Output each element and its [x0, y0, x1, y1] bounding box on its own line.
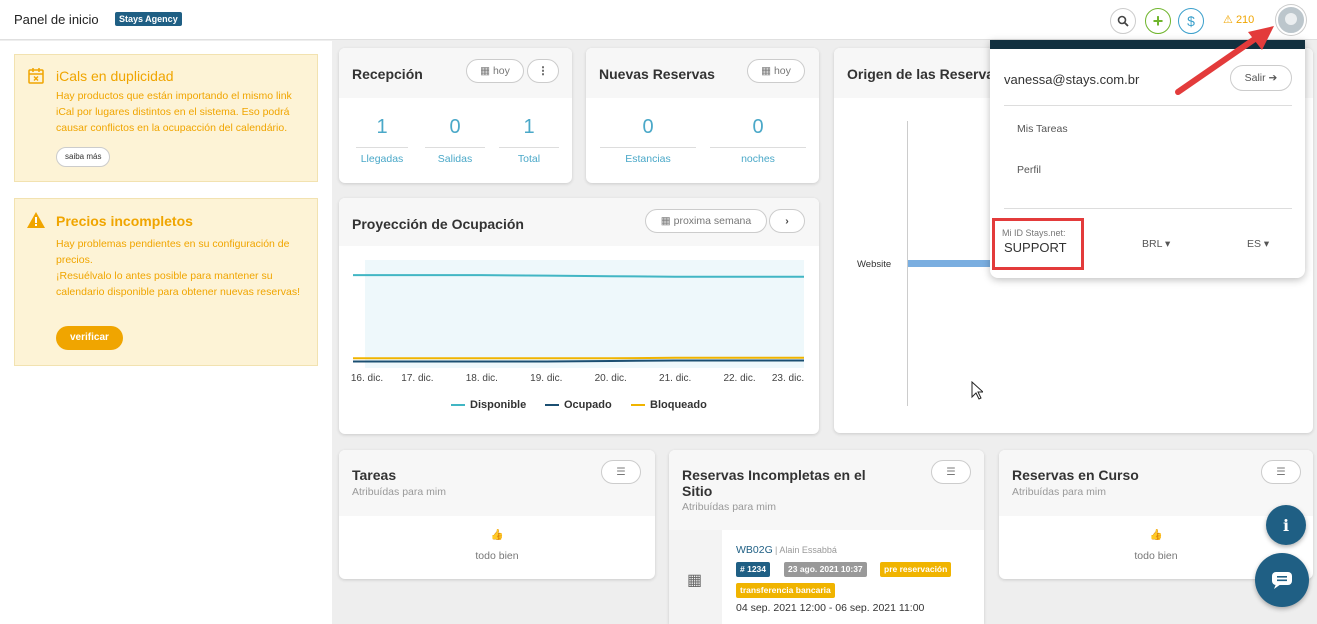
booking-code[interactable]: WB02G — [736, 544, 773, 556]
nights-count: 0 — [752, 116, 764, 138]
currency-select[interactable]: BRL ▾ — [1142, 238, 1170, 250]
id-label: Mi ID Stays.net: — [1002, 228, 1066, 238]
x-tick-label: 21. dic. — [659, 373, 691, 384]
search-icon[interactable] — [1110, 8, 1136, 34]
series-line-ocupado — [353, 359, 804, 363]
list-icon[interactable]: ☰ — [601, 460, 641, 484]
more-options-icon[interactable]: ⋮ — [527, 59, 559, 83]
incomplete-bookings-card: Reservas Incompletas en el Sitio Atribuí… — [669, 450, 984, 624]
new-bookings-card: Nuevas Reservas ▦ hoy 0 Estancias 0 noch… — [586, 48, 819, 183]
card-title: Recepción — [352, 66, 423, 82]
card-subtitle: Atribuídas para mim — [682, 501, 776, 513]
annotation-arrow-icon — [1175, 26, 1274, 95]
x-tick-label: 20. dic. — [595, 373, 627, 384]
top-bar: Panel de inicio Stays Agency + $ ⚠ 210 — [0, 0, 1317, 40]
card-subtitle: Atribuídas para mim — [352, 486, 446, 498]
alerts-column: iCals en duplicidad Hay productos que es… — [0, 41, 332, 624]
x-tick-label: 19. dic. — [530, 373, 562, 384]
card-title: Origen de las Reservas — [847, 66, 1002, 82]
mouse-cursor-icon — [971, 381, 983, 400]
warning-icon — [27, 212, 45, 230]
booking-guest: | Alain Essabbá — [775, 545, 837, 555]
x-tick-label: 16. dic. — [351, 373, 383, 384]
reception-card: Recepción ▦ hoy ⋮ 1 Llegadas 0 Salidas 1… — [339, 48, 572, 183]
chat-icon[interactable] — [1255, 553, 1309, 607]
alert-text: Hay productos que están importando el mi… — [56, 90, 292, 134]
calendar-icon: ▦ — [761, 65, 772, 77]
tasks-card: Tareas Atribuídas para mim ☰ 👍 todo bien — [339, 450, 655, 579]
stays-label[interactable]: Estancias — [600, 147, 696, 165]
thumbs-up-icon: 👍 — [1149, 529, 1163, 541]
series-line-bloqueado — [353, 356, 804, 360]
list-icon[interactable]: ☰ — [931, 460, 971, 484]
alert-card-prices: Precios incompletos Hay problemas pendie… — [14, 198, 318, 366]
departures-label[interactable]: Salidas — [425, 147, 485, 165]
card-title: Reservas Incompletas en el Sitio — [682, 467, 866, 499]
info-icon[interactable]: i — [1266, 505, 1306, 545]
empty-state-text: todo bien — [475, 550, 519, 562]
date-filter-button[interactable]: ▦ hoy — [466, 59, 524, 83]
payment-badge: transferencia bancaria — [736, 583, 835, 598]
learn-more-button[interactable]: saiba más — [56, 147, 111, 167]
total-count: 1 — [523, 116, 535, 138]
status-badge: pre reservación — [880, 562, 952, 577]
verify-button[interactable]: verificar — [56, 326, 123, 350]
total-label[interactable]: Total — [499, 147, 559, 165]
origin-label: Website — [857, 259, 892, 270]
arrivals-label[interactable]: Llegadas — [356, 147, 408, 165]
calendar-icon: ▦ — [480, 65, 491, 77]
occupancy-card: Proyección de Ocupación ▦ proxima semana… — [339, 198, 819, 434]
date-filter-button[interactable]: ▦ hoy — [747, 59, 805, 83]
id-value: SUPPORT — [1004, 240, 1067, 255]
card-title: Tareas — [352, 467, 397, 483]
arrivals-count: 1 — [376, 116, 388, 138]
nights-label[interactable]: noches — [710, 147, 806, 165]
x-tick-label: 18. dic. — [466, 373, 498, 384]
card-subtitle: Atribuídas para mim — [1012, 486, 1106, 498]
legend-available[interactable]: Disponible — [451, 399, 526, 411]
user-email: vanessa@stays.com.br — [1004, 72, 1140, 87]
language-select[interactable]: ES ▾ — [1247, 238, 1269, 250]
stays-count: 0 — [642, 116, 654, 138]
x-tick-label: 22. dic. — [723, 373, 755, 384]
alert-title: Precios incompletos — [56, 213, 193, 229]
legend-occupied[interactable]: Ocupado — [545, 399, 612, 411]
card-title: Nuevas Reservas — [599, 66, 715, 82]
empty-state-text: todo bien — [1134, 550, 1178, 562]
x-tick-label: 17. dic. — [401, 373, 433, 384]
departures-count: 0 — [449, 116, 461, 138]
alert-card-ical: iCals en duplicidad Hay productos que es… — [14, 54, 318, 182]
origin-bar[interactable] — [908, 260, 998, 267]
booking-id-badge: # 1234 — [736, 562, 770, 577]
calendar-x-icon — [27, 67, 45, 85]
page-title: Panel de inicio — [14, 12, 99, 27]
legend-blocked[interactable]: Bloqueado — [631, 399, 707, 411]
agency-badge[interactable]: Stays Agency — [115, 12, 182, 26]
avatar[interactable] — [1276, 5, 1306, 35]
menu-item-tasks[interactable]: Mis Tareas — [1017, 123, 1068, 135]
x-tick-label: 23. dic. — [772, 373, 804, 384]
alert-title: iCals en duplicidad — [56, 68, 174, 84]
card-title: Reservas en Curso — [1012, 467, 1139, 483]
list-icon[interactable]: ☰ — [1261, 460, 1301, 484]
alert-text: Hay problemas pendientes en su configura… — [56, 238, 300, 298]
booking-dates: 04 sep. 2021 12:00 - 06 sep. 2021 11:00 — [736, 602, 925, 614]
calendar-icon: ▦ — [687, 572, 703, 589]
thumbs-up-icon: 👍 — [490, 529, 504, 541]
booking-date-badge: 23 ago. 2021 10:37 — [784, 562, 867, 577]
add-icon[interactable]: + — [1145, 8, 1171, 34]
menu-item-profile[interactable]: Perfil — [1017, 164, 1041, 176]
